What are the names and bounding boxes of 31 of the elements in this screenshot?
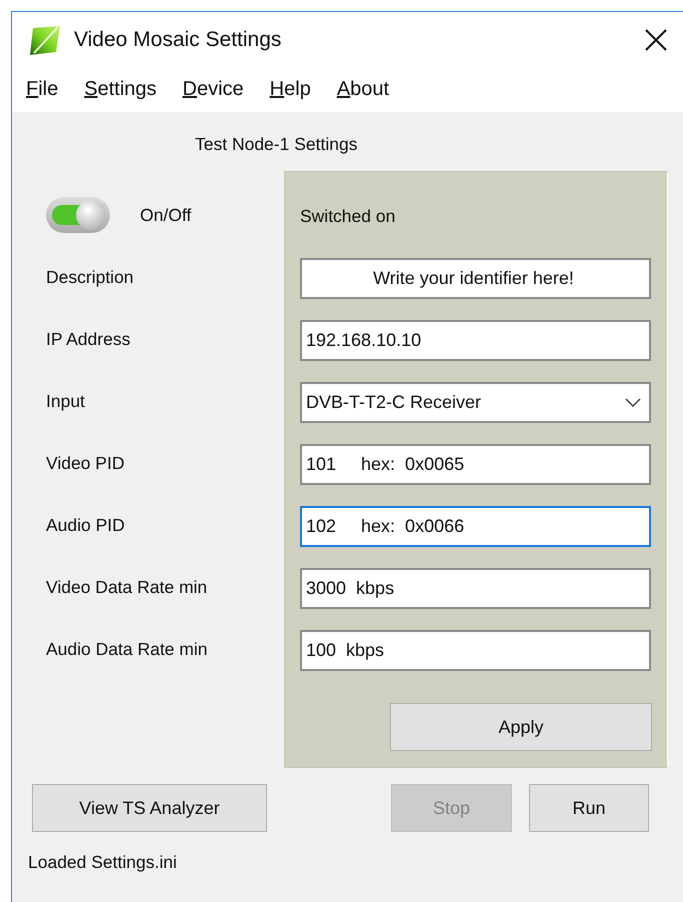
field-label: Audio Data Rate min — [46, 638, 208, 660]
toggle-label: On/Off — [140, 204, 192, 226]
power-status: Switched on — [300, 206, 396, 226]
field-label: Input — [46, 390, 85, 412]
action-button[interactable]: Run — [529, 784, 649, 832]
menu-item[interactable]: Help — [270, 78, 311, 101]
field-label: IP Address — [46, 328, 130, 350]
menu-item[interactable]: File — [26, 78, 58, 101]
field-label: Audio PID — [46, 514, 125, 536]
field-label: Video Data Rate min — [46, 576, 208, 598]
close-icon[interactable] — [645, 28, 667, 50]
power-toggle[interactable] — [46, 197, 110, 233]
menu-item[interactable]: About — [336, 78, 390, 101]
chevron-down-icon — [625, 398, 641, 406]
menu-item[interactable]: Device — [182, 78, 244, 101]
apply-button[interactable]: Apply — [390, 703, 652, 751]
window-title: Video Mosaic Settings — [74, 28, 282, 52]
input-field[interactable]: 192.168.10.10 — [300, 320, 651, 360]
field-label: Video PID — [46, 452, 124, 474]
menu-item[interactable]: Settings — [84, 78, 157, 101]
status-text: Loaded Settings.ini — [27, 851, 178, 873]
input-field[interactable]: 101 hex: 0x0065 — [300, 444, 651, 484]
settings-heading: Test Node-1 Settings — [195, 134, 358, 154]
input-field[interactable]: 102 hex: 0x0066 — [300, 506, 651, 546]
app-logo-icon — [28, 24, 62, 56]
action-button[interactable]: View TS Analyzer — [32, 784, 267, 832]
input-dropdown[interactable]: DVB-T-T2-C Receiver — [300, 382, 651, 422]
field-label: Description — [46, 266, 134, 288]
input-field[interactable]: 100 kbps — [300, 630, 651, 670]
input-field[interactable]: Write your identifier here! — [300, 258, 651, 298]
input-field[interactable]: 3000 kbps — [300, 568, 651, 608]
